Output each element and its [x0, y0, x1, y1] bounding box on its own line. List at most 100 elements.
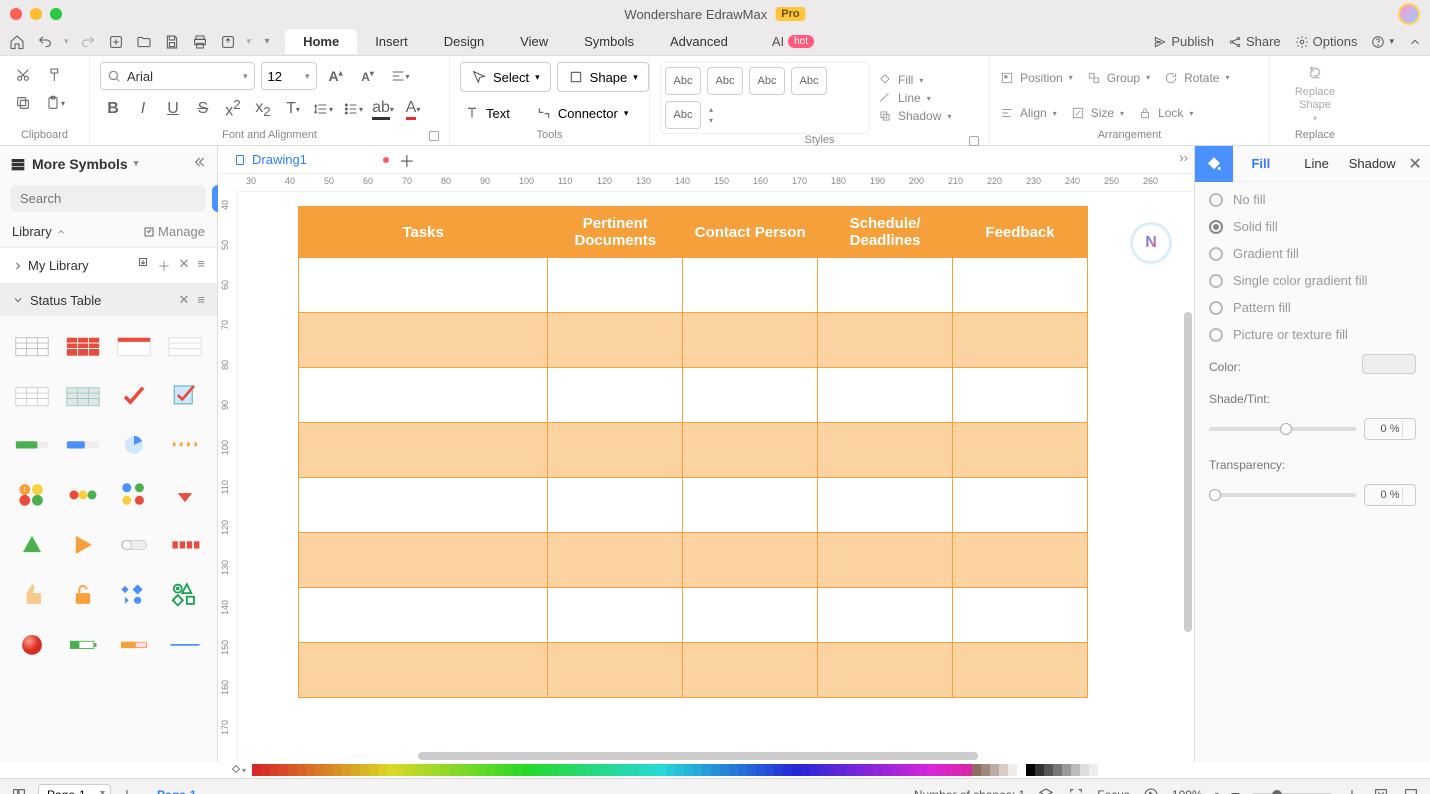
text-case-button[interactable]: T▾ — [280, 96, 306, 122]
color-swatch[interactable] — [594, 764, 603, 776]
color-swatch[interactable] — [873, 764, 882, 776]
manage-library-button[interactable]: Manage — [143, 224, 205, 239]
add-library-icon[interactable]: ＋ — [157, 256, 170, 275]
tab-design[interactable]: Design — [426, 29, 502, 54]
position-dropdown[interactable]: Position▾ — [1000, 71, 1073, 85]
line-spacing-button[interactable]: ▾ — [310, 96, 336, 122]
color-swatch[interactable] — [342, 764, 351, 776]
fill-dropdown[interactable]: Fill▾ — [878, 73, 951, 87]
color-swatch[interactable] — [288, 764, 297, 776]
document-tab-drawing1[interactable]: Drawing1 — [226, 149, 315, 170]
color-swatch[interactable] — [738, 764, 747, 776]
color-swatch[interactable] — [1062, 764, 1071, 776]
color-swatch[interactable] — [351, 764, 360, 776]
color-swatch[interactable] — [450, 764, 459, 776]
my-library-item[interactable]: My Library — [28, 258, 89, 273]
color-swatch[interactable] — [792, 764, 801, 776]
color-swatch[interactable] — [558, 764, 567, 776]
select-tool-button[interactable]: Select▾ — [460, 62, 551, 92]
shape-rating-stars[interactable] — [164, 424, 207, 464]
color-swatch[interactable] — [711, 764, 720, 776]
color-swatch[interactable] — [657, 764, 666, 776]
transparency-value-input[interactable]: 0 % — [1364, 484, 1416, 506]
color-swatch[interactable] — [774, 764, 783, 776]
color-swatch[interactable] — [801, 764, 810, 776]
shape-triangle-green[interactable] — [10, 524, 53, 564]
color-swatch[interactable] — [477, 764, 486, 776]
color-picker-icon[interactable]: ▾ — [230, 763, 246, 777]
style-preset-5[interactable]: Abc — [665, 101, 701, 129]
section-menu-icon[interactable]: ≡ — [197, 292, 205, 308]
ai-button[interactable]: AI hot — [772, 34, 814, 49]
layers-icon[interactable] — [1037, 786, 1055, 794]
import-library-icon[interactable] — [137, 256, 149, 275]
add-document-button[interactable]: ＋ — [397, 150, 417, 170]
transparency-slider[interactable] — [1209, 493, 1356, 497]
tab-advanced[interactable]: Advanced — [652, 29, 746, 54]
focus-label[interactable]: Focus — [1097, 788, 1130, 794]
horizontal-scrollbar[interactable] — [418, 752, 978, 760]
paint-bucket-icon[interactable] — [1195, 146, 1233, 182]
color-swatch[interactable] — [531, 764, 540, 776]
color-swatch[interactable] — [1044, 764, 1053, 776]
shape-table-faded[interactable] — [10, 374, 53, 414]
color-swatch[interactable] — [630, 764, 639, 776]
tab-insert[interactable]: Insert — [357, 29, 426, 54]
shape-line-blue[interactable] — [164, 624, 207, 664]
close-section-icon[interactable]: ✕ — [179, 292, 190, 308]
bullets-button[interactable]: ▾ — [340, 96, 366, 122]
color-swatch[interactable] — [315, 764, 324, 776]
color-swatch[interactable] — [882, 764, 891, 776]
options-button[interactable]: Options — [1295, 34, 1358, 49]
color-swatch[interactable] — [1080, 764, 1089, 776]
save-icon[interactable] — [163, 33, 181, 51]
color-swatch[interactable] — [387, 764, 396, 776]
group-dropdown[interactable]: Group▾ — [1087, 71, 1150, 85]
color-swatch[interactable] — [864, 764, 873, 776]
size-dropdown[interactable]: Size▾ — [1071, 106, 1124, 120]
table-row[interactable] — [299, 588, 1088, 643]
table-row[interactable] — [299, 313, 1088, 368]
new-icon[interactable] — [107, 33, 125, 51]
color-swatch[interactable] — [576, 764, 585, 776]
color-swatch[interactable] — [1017, 764, 1026, 776]
add-page-button[interactable]: ＋ — [119, 783, 135, 794]
font-size-select[interactable]: 12▾ — [261, 62, 317, 90]
color-swatch[interactable] — [783, 764, 792, 776]
color-swatch[interactable] — [612, 764, 621, 776]
color-swatch[interactable] — [909, 764, 918, 776]
replace-shape-button[interactable]: Replace Shape — [1280, 86, 1350, 112]
open-icon[interactable] — [135, 33, 153, 51]
line-dropdown[interactable]: Line▾ — [878, 91, 951, 105]
pattern-fill-option[interactable]: Pattern fill — [1209, 300, 1416, 315]
color-swatch[interactable] — [720, 764, 729, 776]
styles-scroll-down[interactable]: ▾ — [709, 116, 713, 125]
table-header-documents[interactable]: Pertinent Documents — [548, 207, 683, 258]
shape-table-red[interactable] — [61, 324, 104, 364]
close-panel-button[interactable]: ✕ — [1400, 154, 1430, 174]
shape-icon-grid-green[interactable] — [164, 574, 207, 614]
strike-button[interactable]: S — [190, 96, 216, 122]
home-icon[interactable] — [8, 33, 26, 51]
shape-bubble-cluster[interactable] — [113, 474, 156, 514]
help-button[interactable]: ▾ — [1371, 35, 1394, 49]
shape-sphere-red[interactable] — [10, 624, 53, 664]
color-swatch[interactable] — [1026, 764, 1035, 776]
color-swatch[interactable] — [855, 764, 864, 776]
undo-icon[interactable] — [36, 33, 54, 51]
shape-play-orange[interactable] — [61, 524, 104, 564]
color-swatch[interactable] — [828, 764, 837, 776]
color-swatch[interactable] — [522, 764, 531, 776]
shape-toggle-pill[interactable] — [113, 524, 156, 564]
color-swatch[interactable] — [603, 764, 612, 776]
table-row[interactable] — [299, 423, 1088, 478]
color-swatch[interactable] — [468, 764, 477, 776]
paste-button[interactable]: ▾ — [42, 90, 68, 116]
copy-button[interactable] — [10, 90, 36, 116]
tab-view[interactable]: View — [502, 29, 566, 54]
cut-button[interactable] — [10, 62, 36, 88]
color-swatch[interactable] — [459, 764, 468, 776]
shape-table-gray[interactable] — [61, 374, 104, 414]
ai-assistant-bubble[interactable]: N — [1130, 222, 1172, 264]
fullscreen-icon[interactable] — [1402, 786, 1420, 794]
